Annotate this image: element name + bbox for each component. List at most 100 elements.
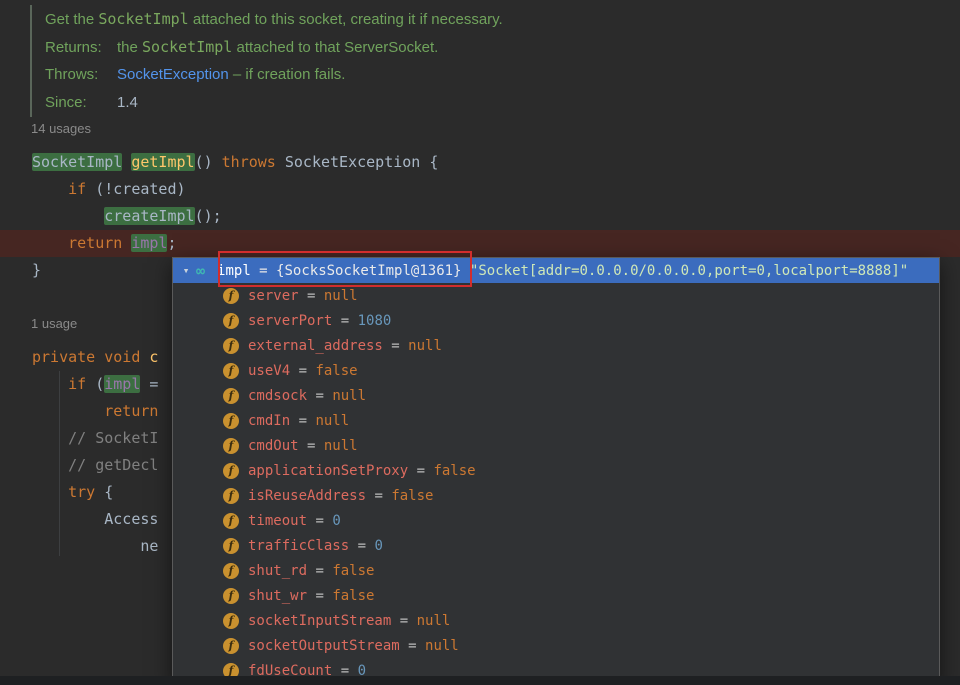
field-icon: f (223, 337, 239, 354)
field-name: shut_rd (248, 562, 308, 579)
code-line[interactable]: if (!created) (0, 176, 960, 203)
equals-sign: = (382, 337, 409, 354)
code-segment: if (68, 375, 87, 393)
equals-sign: = (349, 537, 375, 554)
usages-inlay-hint[interactable]: 14 usages (31, 121, 91, 136)
javadoc-rendered-block: Get the SocketImpl attached to this sock… (30, 5, 503, 117)
doc-line: Throws: SocketException – if creation fai… (45, 61, 503, 89)
field-value: 0 (374, 537, 383, 554)
doc-section-label: Returns: (45, 39, 102, 56)
code-segment: attached to this socket, creating it if … (188, 11, 503, 28)
code-segment: attached to that ServerSocket. (232, 39, 439, 56)
code-segment: throws (221, 153, 276, 171)
field-name: socketInputStream (248, 612, 392, 629)
code-segment: private void (32, 348, 150, 366)
code-segment: ( (86, 375, 105, 393)
variable-row[interactable]: f cmdsock = null (173, 383, 939, 408)
field-name: external_address (248, 337, 383, 354)
field-icon: f (223, 587, 239, 604)
equals-sign: = (298, 287, 324, 304)
doc-line: Get the SocketImpl attached to this sock… (45, 5, 503, 33)
equals-sign: = (332, 312, 358, 329)
code-segment: // getDecl (68, 456, 159, 474)
field-value: null (425, 637, 459, 654)
code-segment: SocketException { (275, 153, 439, 171)
doc-line: Returns: the SocketImpl attached to that … (45, 33, 503, 61)
field-value: 1080 (357, 312, 392, 329)
variable-row[interactable]: f applicationSetProxy = false (173, 458, 939, 483)
field-name: cmdsock (248, 387, 308, 404)
watch-icon: ∞ (196, 261, 206, 280)
code-segment: { (95, 483, 114, 501)
variable-row[interactable]: f external_address = null (173, 333, 939, 358)
usage-inlay-hint[interactable]: 1 usage (31, 316, 77, 331)
field-value: false (391, 487, 434, 504)
indent-guide (59, 371, 60, 556)
variable-row[interactable]: f socketOutputStream = null (173, 633, 939, 658)
equals-sign: = (307, 562, 333, 579)
variable-row[interactable]: f timeout = 0 (173, 508, 939, 533)
code-segment: impl (131, 234, 168, 252)
variable-row[interactable]: f useV4 = false (173, 358, 939, 383)
object-value-string: "Socket[addr=0.0.0.0/0.0.0.0,port=0,loca… (469, 262, 909, 279)
code-segment: SocketImpl (32, 153, 123, 171)
code-line[interactable]: createImpl(); (0, 203, 960, 230)
code-segment: () (194, 153, 222, 171)
bottom-edge-strip (0, 676, 960, 685)
code-segment: SocketException (117, 66, 229, 83)
field-icon: f (223, 462, 239, 479)
code-segment: Get the (45, 11, 99, 28)
variable-row[interactable]: f trafficClass = 0 (173, 533, 939, 558)
field-icon: f (223, 387, 239, 404)
code-segment: getImpl (131, 153, 195, 171)
variable-row[interactable]: f serverPort = 1080 (173, 308, 939, 333)
variable-row[interactable]: f shut_wr = false (173, 583, 939, 608)
code-segment: return (104, 402, 159, 420)
equals-sign: = (307, 587, 333, 604)
field-value: null (315, 412, 350, 429)
field-name: socketOutputStream (248, 637, 400, 654)
field-icon: f (223, 637, 239, 654)
field-value: null (332, 387, 367, 404)
equals-sign: = (290, 362, 316, 379)
field-icon: f (223, 512, 239, 529)
doc-line: Since: 1.4 (45, 89, 503, 117)
variable-row[interactable]: f cmdIn = null (173, 408, 939, 433)
variable-row[interactable]: f cmdOut = null (173, 433, 939, 458)
field-icon: f (223, 487, 239, 504)
equals-sign: = (391, 612, 417, 629)
variable-row[interactable]: f shut_rd = false (173, 558, 939, 583)
code-segment: if (68, 180, 87, 198)
execution-line[interactable]: return impl; (0, 230, 960, 257)
field-icon: f (223, 287, 239, 304)
code-segment: impl (104, 375, 141, 393)
field-icon: f (223, 437, 239, 454)
code-segment: // SocketI (68, 429, 159, 447)
field-name: cmdOut (248, 437, 299, 454)
variable-row[interactable]: f isReuseAddress = false (173, 483, 939, 508)
code-segment: = (140, 375, 159, 393)
equals-sign: = (408, 462, 434, 479)
code-line[interactable]: SocketImpl getImpl() throws SocketExcept… (0, 149, 960, 176)
field-name: applicationSetProxy (248, 462, 409, 479)
chevron-down-icon[interactable]: ▾ (178, 264, 194, 277)
field-icon: f (223, 537, 239, 554)
code-segment: SocketImpl (142, 38, 233, 56)
equals-sign: = (298, 437, 324, 454)
variable-row[interactable]: f socketInputStream = null (173, 608, 939, 633)
field-value: false (332, 587, 375, 604)
debugger-variables-popup: ▾ ∞ impl = {SocksSocketImpl@1361} "Socke… (172, 257, 940, 685)
code-segment: Access (32, 510, 159, 528)
field-value: 0 (332, 512, 341, 529)
doc-section-label: Throws: (45, 66, 99, 83)
field-name: isReuseAddress (248, 487, 367, 504)
field-value: null (323, 437, 358, 454)
code-segment: } (32, 261, 42, 279)
field-name: serverPort (248, 312, 333, 329)
code-segment: (); (194, 207, 222, 225)
